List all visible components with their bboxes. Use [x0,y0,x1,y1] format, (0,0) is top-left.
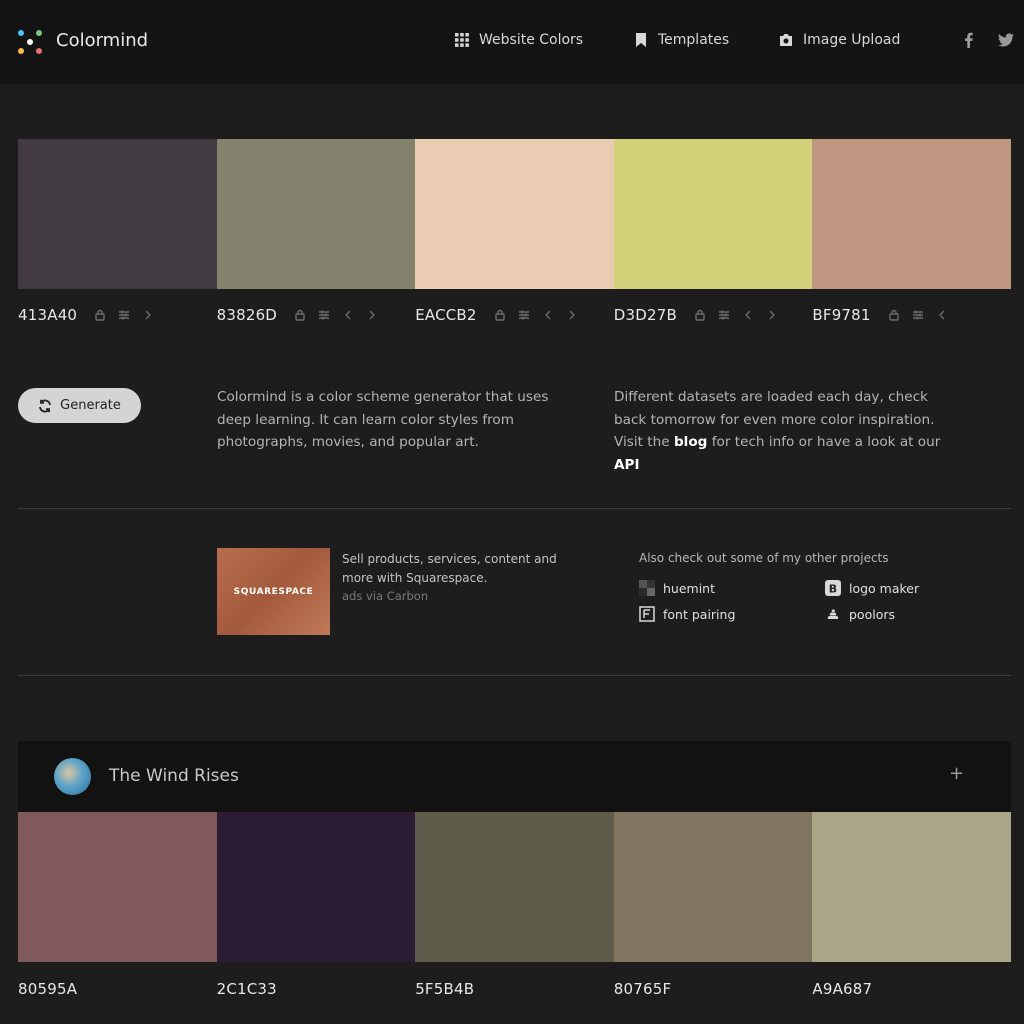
chevron-right-icon[interactable] [141,308,155,322]
intro-right: Different datasets are loaded each day, … [614,386,964,476]
palette-column: BF9781 [812,306,1011,324]
palette-column: 83826D [217,306,416,324]
ad-image[interactable]: SQUARESPACE [217,548,330,635]
ad-text[interactable]: Sell products, services, content and mor… [342,550,582,588]
squarespace-logo: SQUARESPACE [233,586,314,597]
nav-label: Templates [658,32,730,48]
chevron-left-icon[interactable] [541,308,555,322]
generate-label: Generate [60,398,121,413]
card-swatch[interactable] [216,812,416,962]
divider [18,675,1011,676]
generate-button[interactable]: Generate [18,388,141,423]
project-poolors[interactable]: poolors [825,606,895,622]
card-swatch[interactable] [613,812,813,962]
blog-link[interactable]: blog [674,434,707,450]
project-font-pairing[interactable]: font pairing [639,606,735,622]
nav-label: Website Colors [479,32,584,48]
card-swatch[interactable] [18,812,217,962]
chevron-left-icon[interactable] [341,308,355,322]
palette-swatch[interactable] [613,139,813,289]
hex-label[interactable]: 2C1C33 [217,980,277,998]
card-title[interactable]: The Wind Rises [109,766,239,786]
palette-column: 413A40 [18,306,217,324]
avatar [54,758,91,795]
card-swatch[interactable] [812,812,1011,962]
adjust-icon[interactable] [717,308,731,322]
hex-label[interactable]: 80765F [614,980,672,998]
project-logo-maker[interactable]: B logo maker [825,580,919,596]
logo-maker-icon: B [825,580,841,596]
nav-templates[interactable]: Templates [634,32,729,48]
adjust-icon[interactable] [911,308,925,322]
adjust-icon[interactable] [317,308,331,322]
lock-icon[interactable] [93,308,107,322]
adjust-icon[interactable] [517,308,531,322]
chevron-left-icon[interactable] [935,308,949,322]
palette-card-header: The Wind Rises + [18,741,1011,812]
intro-text: for tech info or have a look at our [711,434,941,450]
palette-swatch[interactable] [812,139,1011,289]
chevron-right-icon[interactable] [565,308,579,322]
project-huemint[interactable]: huemint [639,580,715,596]
intro-left: Colormind is a color scheme generator th… [217,389,549,450]
hex-label[interactable]: A9A687 [812,980,872,998]
nav-label: Image Upload [803,32,901,48]
card-swatch[interactable] [415,812,614,962]
card-swatches [18,812,1011,962]
lock-icon[interactable] [693,308,707,322]
hex-label[interactable]: 80595A [18,980,77,998]
palette-swatch[interactable] [216,139,416,289]
divider [18,508,1011,509]
adjust-icon[interactable] [117,308,131,322]
lock-icon[interactable] [493,308,507,322]
palette-controls: 413A40 83826D EACCB2 D3D27B BF9781 [18,306,1011,324]
nav-website-colors[interactable]: Website Colors [455,32,583,48]
project-label: font pairing [663,606,736,622]
palette-swatch[interactable] [18,139,217,289]
hex-label[interactable]: 83826D [217,306,277,324]
nav-image-upload[interactable]: Image Upload [779,32,900,48]
colormind-logo-icon[interactable] [16,28,44,56]
card-hex-row: 80595A 2C1C33 5F5B4B 80765F A9A687 [18,980,1011,998]
facebook-icon[interactable] [961,32,977,48]
chevron-right-icon[interactable] [765,308,779,322]
other-projects-title: Also check out some of my other projects [639,551,889,565]
chevron-left-icon[interactable] [741,308,755,322]
camera-icon [780,34,792,46]
top-bar: Colormind Website Colors Templates Image… [0,0,1024,84]
font-pairing-icon [639,606,655,622]
poolors-icon [825,606,841,622]
ad-via-link[interactable]: ads via Carbon [342,589,428,603]
project-label: huemint [663,580,716,596]
project-label: poolors [849,606,896,622]
api-link[interactable]: API [614,457,640,473]
hex-label[interactable]: 413A40 [18,306,77,324]
brand-name[interactable]: Colormind [56,30,148,51]
hex-label[interactable]: BF9781 [812,306,870,324]
hex-label[interactable]: EACCB2 [415,306,476,324]
hex-label[interactable]: 5F5B4B [415,980,474,998]
huemint-icon [639,580,655,596]
palette-column: D3D27B [614,306,813,324]
svg-text:B: B [829,583,837,596]
twitter-icon[interactable] [998,32,1014,48]
refresh-icon [39,399,52,412]
palette-swatches [18,139,1011,289]
grid-icon [455,33,469,47]
lock-icon[interactable] [293,308,307,322]
chevron-right-icon[interactable] [365,308,379,322]
project-label: logo maker [849,580,920,596]
palette-swatch[interactable] [415,139,614,289]
lock-icon[interactable] [887,308,901,322]
hex-label[interactable]: D3D27B [614,306,677,324]
add-icon[interactable]: + [949,763,964,784]
bookmark-icon [636,33,646,47]
palette-column: EACCB2 [415,306,614,324]
